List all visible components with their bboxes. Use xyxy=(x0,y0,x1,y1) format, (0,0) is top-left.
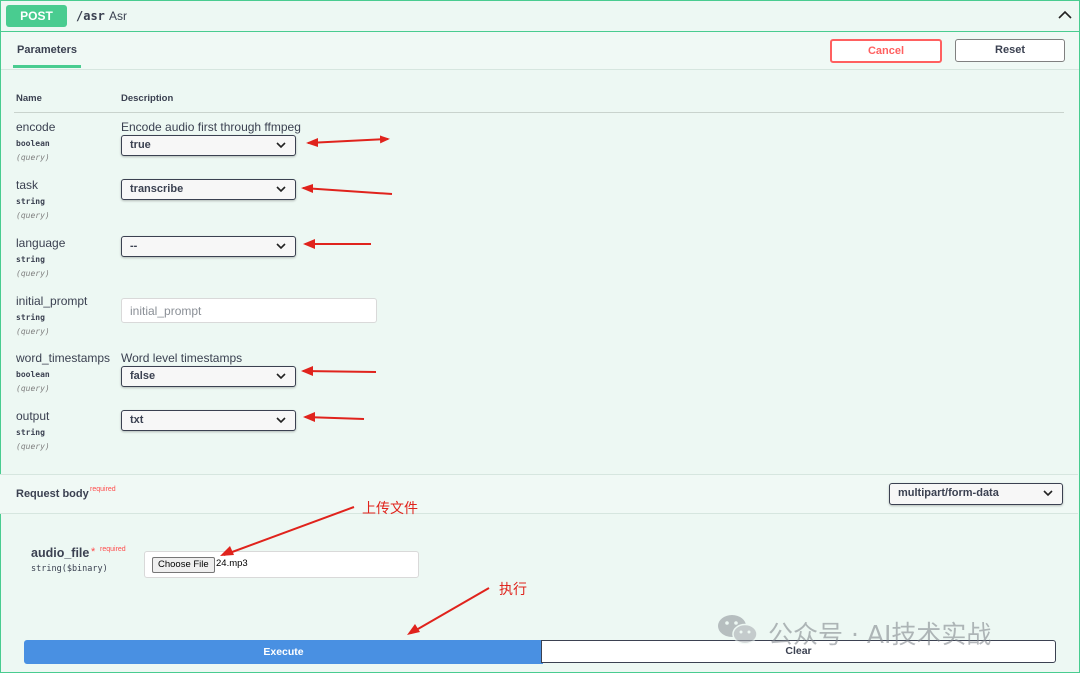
arrowhead-upload xyxy=(220,546,234,556)
arrow-upload xyxy=(223,506,355,556)
arrowhead-output xyxy=(303,412,315,422)
watermark: 公众号 · AI技术实战 xyxy=(716,611,1056,649)
arrowhead-execute xyxy=(407,624,420,635)
arrowhead-word-timestamps xyxy=(301,366,313,376)
arrowhead-encode xyxy=(306,138,318,147)
arrow-encode xyxy=(307,135,390,144)
annotation-upload: 上传文件 xyxy=(362,501,418,517)
arrow-word-timestamps xyxy=(302,370,377,373)
arrow-task xyxy=(302,187,393,195)
arrow-execute xyxy=(410,587,490,634)
arrowhead-language xyxy=(303,239,315,249)
wechat-icon xyxy=(718,615,758,645)
annotation-execute: 执行 xyxy=(499,582,527,598)
watermark-text: 公众号 · AI技术实战 xyxy=(768,620,992,649)
annotation-arrows xyxy=(220,135,490,635)
arrowhead-task xyxy=(301,184,313,193)
